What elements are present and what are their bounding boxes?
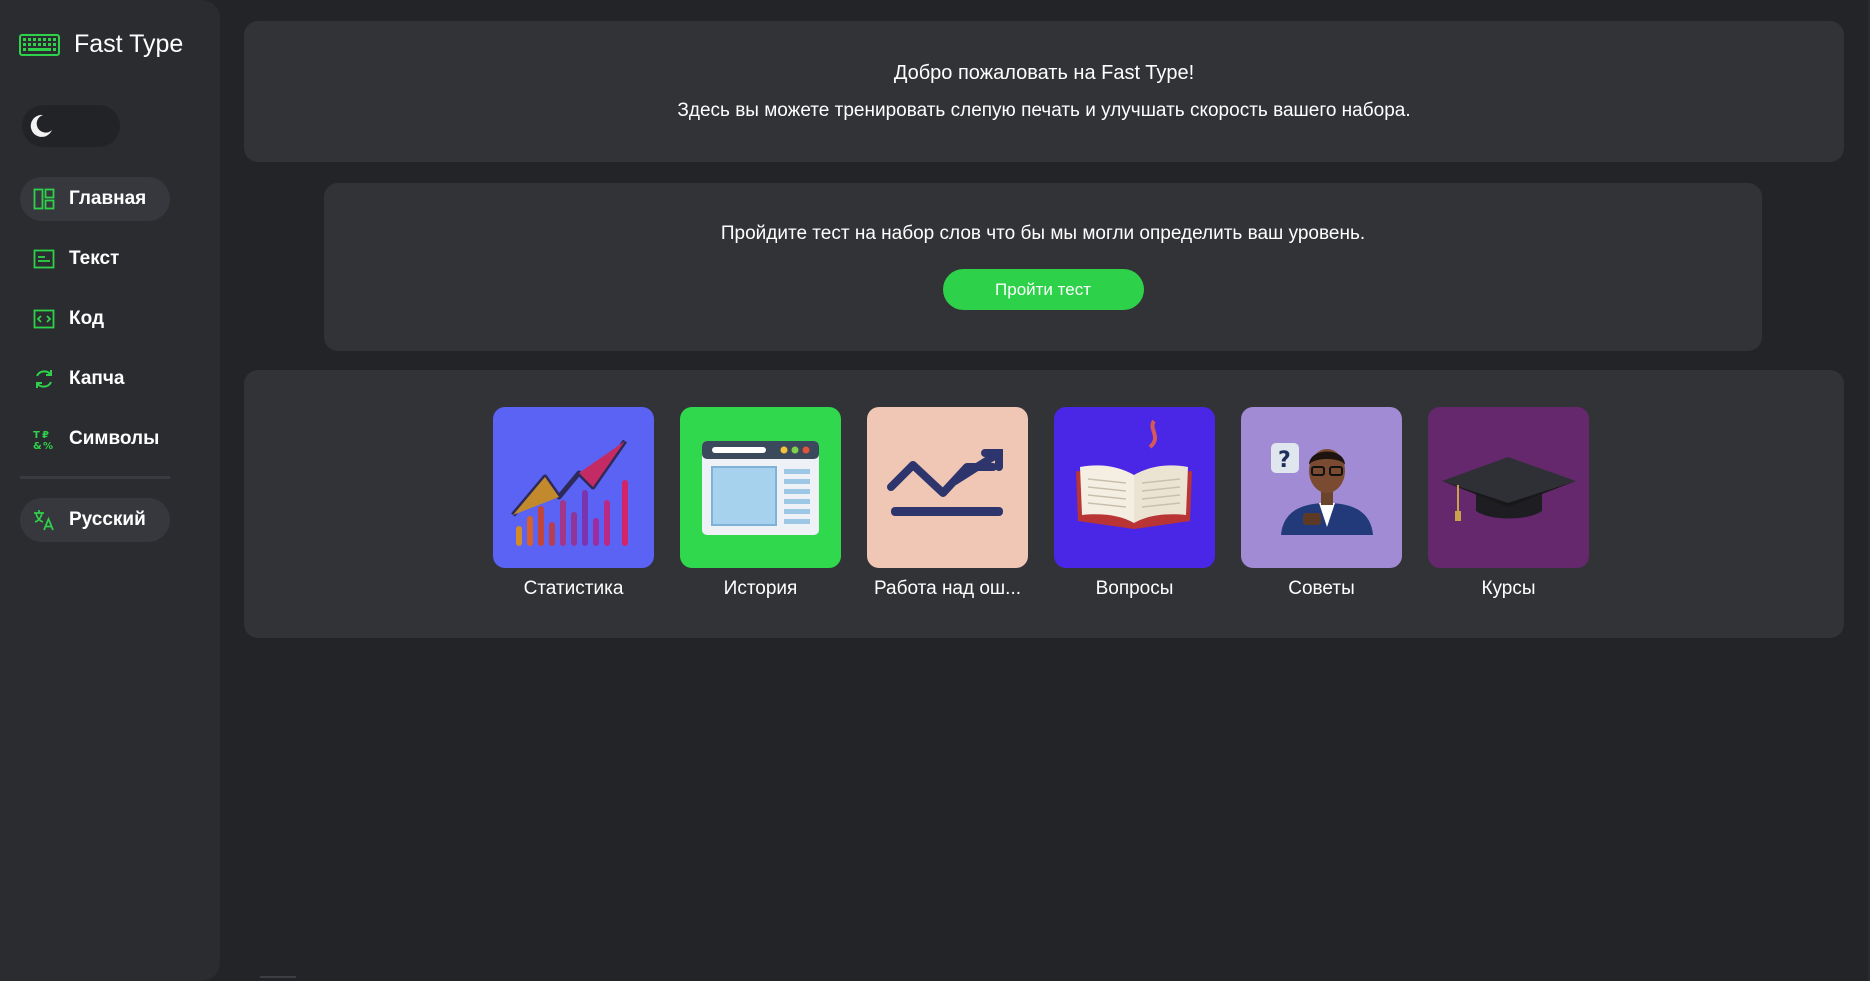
browser-window-icon: [680, 407, 841, 568]
sidebar-item-label: Капча: [69, 368, 125, 389]
tile-label: Работа над ош...: [873, 578, 1022, 599]
keyboard-icon: [19, 33, 60, 56]
tile-label: История: [723, 578, 798, 599]
symbols-icon: T ₽ & %: [33, 430, 53, 450]
level-test-prompt: Пройдите тест на набор слов что бы мы мо…: [720, 223, 1366, 244]
text-icon: [33, 249, 55, 269]
tile-label: Вопросы: [1095, 578, 1174, 599]
refresh-icon: [36, 370, 52, 388]
app-name: Fast Type: [74, 30, 184, 58]
language-label: Русский: [69, 509, 146, 530]
tile-image: [493, 407, 654, 568]
sidebar-item-label: Главная: [69, 188, 147, 209]
sidebar-item-text[interactable]: Текст: [20, 237, 170, 281]
svg-text:&: &: [33, 441, 42, 450]
sidebar-item-captcha[interactable]: Капча: [20, 357, 170, 401]
tile-questions[interactable]: Вопросы: [1054, 407, 1215, 600]
tile-history[interactable]: История: [680, 407, 841, 600]
tile-label: Советы: [1288, 578, 1355, 599]
svg-text:T: T: [33, 430, 40, 441]
code-icon: [33, 309, 55, 329]
sidebar-item-label: Код: [69, 308, 105, 329]
app-logo[interactable]: Fast Type: [19, 30, 183, 59]
welcome-title: Добро пожаловать на Fast Type!: [893, 62, 1195, 84]
start-test-button[interactable]: Пройти тест: [942, 269, 1144, 310]
sidebar-item-symbols[interactable]: T ₽ & % Символы: [20, 417, 170, 461]
tile-image: [680, 407, 841, 568]
sidebar-item-label: Текст: [69, 248, 120, 269]
theme-toggle[interactable]: [22, 105, 120, 147]
trend-arrow-icon: [867, 407, 1028, 568]
welcome-subtitle: Здесь вы можете тренировать слепую печат…: [677, 100, 1411, 121]
tile-label: Статистика: [523, 578, 624, 599]
svg-text:₽: ₽: [42, 430, 49, 441]
tile-statistics[interactable]: Статистика: [493, 407, 654, 600]
tile-tips[interactable]: ? Советы: [1241, 407, 1402, 600]
open-book-icon: [1054, 407, 1215, 568]
sidebar-divider: [20, 476, 170, 479]
graduation-cap-icon: [1428, 407, 1589, 568]
tile-courses[interactable]: Курсы: [1428, 407, 1589, 600]
tile-image: [867, 407, 1028, 568]
app-root: Fast Type Главная Текст Код Капча T ₽ & …: [0, 0, 1870, 981]
welcome-card: Добро пожаловать на Fast Type! Здесь вы …: [244, 21, 1844, 162]
sidebar-item-home[interactable]: Главная: [20, 177, 170, 221]
tile-label: Курсы: [1481, 578, 1536, 599]
chart-icon: [493, 407, 654, 568]
dashboard-icon: [33, 188, 55, 210]
advisor-icon: ?: [1241, 407, 1402, 568]
tile-image: ?: [1241, 407, 1402, 568]
tile-mistakes[interactable]: Работа над ош...: [867, 407, 1028, 600]
language-selector[interactable]: Русский: [20, 498, 170, 542]
tile-image: [1428, 407, 1589, 568]
bottom-edge-line: [260, 976, 296, 978]
moon-icon: [30, 114, 52, 137]
tile-image: [1054, 407, 1215, 568]
translate-icon: [34, 510, 54, 531]
sidebar-item-label: Символы: [69, 428, 160, 449]
sidebar: Fast Type Главная Текст Код Капча T ₽ & …: [0, 0, 220, 981]
svg-text:%: %: [43, 441, 53, 450]
sidebar-item-code[interactable]: Код: [20, 297, 170, 341]
features-card: Статистика История Работа над ош... Вопр…: [244, 370, 1844, 638]
level-test-card: Пройдите тест на набор слов что бы мы мо…: [324, 183, 1762, 351]
svg-text:?: ?: [1278, 448, 1291, 473]
